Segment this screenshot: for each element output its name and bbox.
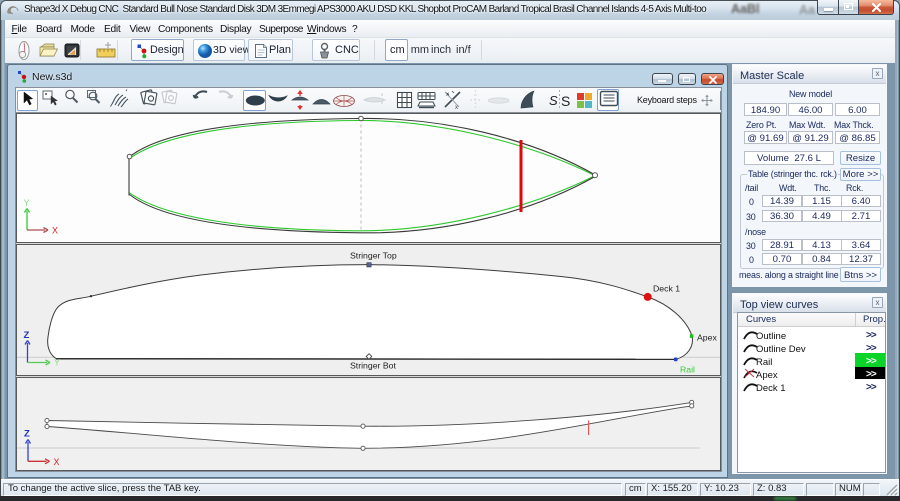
svg-text:Y: Y [24, 198, 30, 208]
svg-text:x: x [455, 105, 458, 111]
svg-text:Deck 1: Deck 1 [653, 284, 680, 294]
svg-text:Rail: Rail [680, 365, 695, 375]
svg-text:S: S [549, 93, 558, 108]
svg-text:Z: Z [24, 429, 30, 440]
svg-text:X: X [52, 226, 58, 236]
svg-text:Z: Z [24, 330, 30, 341]
svg-text:Stringer Top: Stringer Top [350, 251, 397, 261]
svg-text:Keyboard steps: Keyboard steps [637, 95, 697, 105]
svg-text:X: X [54, 457, 60, 467]
svg-text:Apex: Apex [697, 332, 717, 342]
svg-text:Stringer Bot: Stringer Bot [350, 361, 396, 371]
svg-text:S: S [561, 93, 570, 109]
svg-text:Y: Y [54, 358, 60, 368]
svg-text:x: x [446, 92, 449, 98]
